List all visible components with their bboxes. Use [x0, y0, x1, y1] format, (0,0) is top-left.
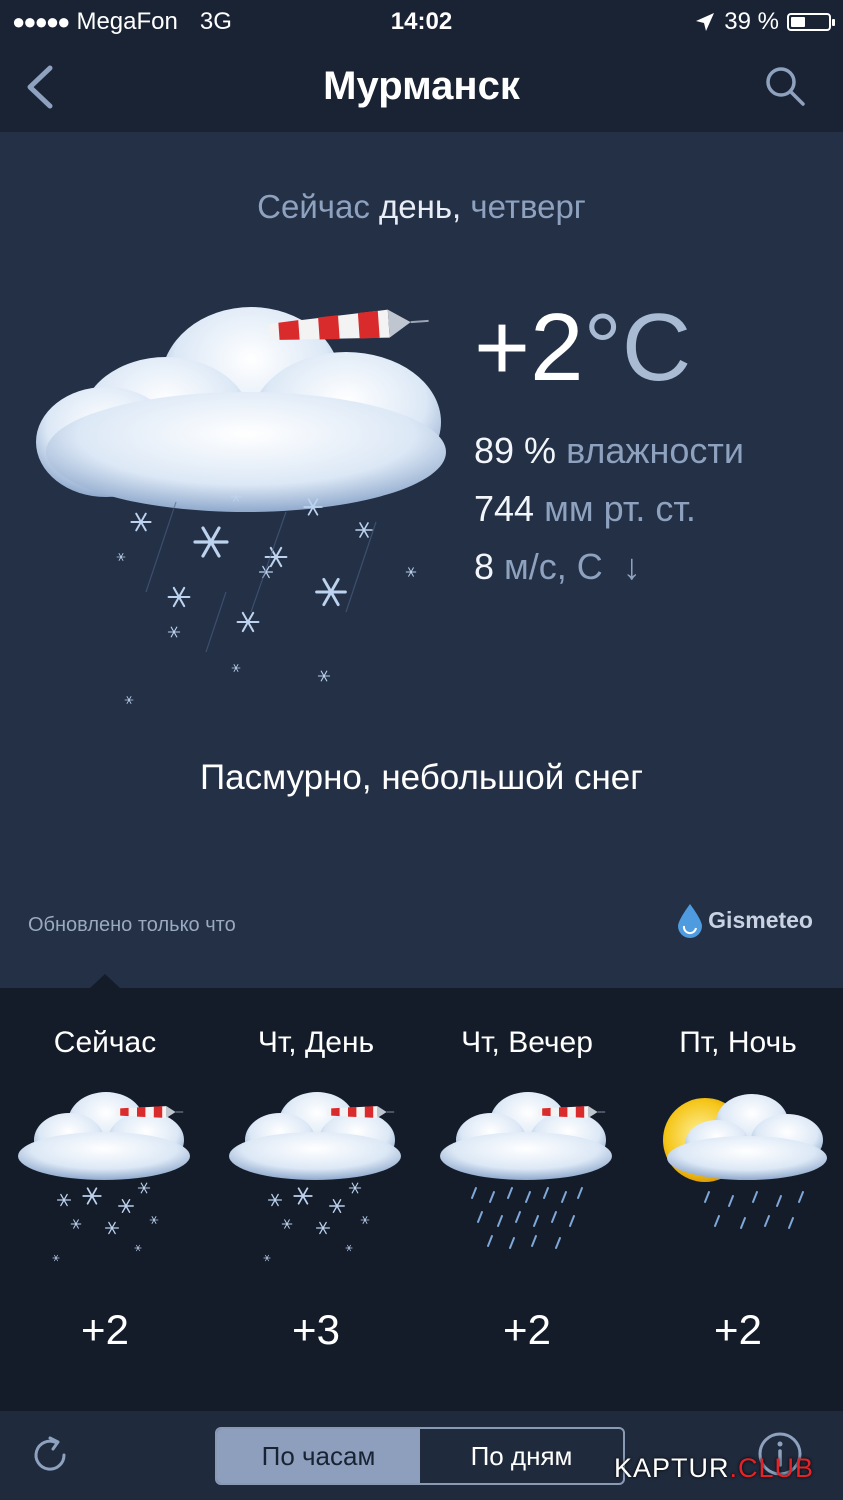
- forecast-temp: +2: [81, 1306, 129, 1353]
- pressure-label: мм рт. ст.: [544, 488, 696, 529]
- search-button[interactable]: [763, 64, 807, 108]
- watermark: KAPTUR.CLUB: [614, 1453, 814, 1484]
- humidity-row: 89 % влажности: [474, 430, 744, 472]
- wind-row: 8 м/с, С ↓: [474, 546, 641, 588]
- temperature-unit: °C: [583, 294, 692, 401]
- forecast-item-fri-night[interactable]: Пт, Ночь +2: [633, 988, 843, 1411]
- search-icon: [766, 67, 805, 106]
- bottom-bar: По часам По дням KAPTUR.CLUB: [0, 1411, 843, 1500]
- forecast-item-thu-day[interactable]: Чт, День +3: [211, 988, 421, 1411]
- page-title: Мурманск: [323, 64, 520, 108]
- wind-label: м/с, С: [504, 546, 603, 587]
- wind-value: 8: [474, 546, 495, 587]
- gismeteo-drop-icon: [678, 904, 703, 938]
- current-time-of-day: Сейчас день, четверг: [0, 188, 843, 226]
- battery-level: [791, 17, 805, 27]
- moon-cloud-rain-icon: [663, 1094, 827, 1229]
- status-bar: ●●●●● MegaFon 3G 14:02 39 %: [0, 0, 843, 44]
- forecast-label: Чт, День: [257, 1026, 375, 1059]
- battery-percent: 39 %: [724, 8, 779, 35]
- refresh-button[interactable]: [28, 1433, 72, 1477]
- temperature-value: +2: [474, 294, 584, 401]
- weekday-label: четверг: [470, 188, 586, 225]
- pressure-row: 744 мм рт. ст.: [474, 488, 696, 530]
- cloud-snow-wind-icon: [229, 1092, 401, 1262]
- forecast-label: Пт, Ночь: [679, 1026, 797, 1059]
- cloud-snow-wind-icon: [36, 305, 446, 704]
- watermark-text: KAPTUR: [614, 1453, 730, 1483]
- cloud-snow-wind-icon: [18, 1092, 190, 1262]
- forecast-strip: Сейчас +2 Чт, День +3 Чт, Вечер +2 Пт, Н…: [0, 974, 843, 1411]
- cloud-rain-wind-icon: [440, 1092, 612, 1249]
- now-prefix: Сейчас: [257, 188, 370, 225]
- daypart-label: день,: [379, 188, 462, 225]
- forecast-label: Чт, Вечер: [461, 1026, 593, 1059]
- forecast-temp: +2: [714, 1306, 762, 1353]
- current-temperature: +2°C: [474, 300, 691, 396]
- battery-icon: [787, 13, 835, 31]
- nav-bar: Мурманск: [0, 44, 843, 132]
- provider-logo[interactable]: Gismeteo: [676, 902, 813, 938]
- location-arrow-icon: [696, 13, 715, 31]
- forecast-temp: +2: [503, 1306, 551, 1353]
- provider-name: Gismeteo: [708, 906, 813, 933]
- pressure-value: 744: [474, 488, 535, 529]
- forecast-temp: +3: [292, 1306, 340, 1353]
- tab-hourly[interactable]: По часам: [217, 1429, 420, 1483]
- tab-daily[interactable]: По дням: [420, 1429, 623, 1483]
- forecast-label: Сейчас: [53, 1026, 157, 1059]
- wind-direction-arrow-icon: ↓: [622, 546, 641, 587]
- status-right: 39 %: [694, 8, 835, 36]
- weather-condition: Пасмурно, небольшой снег: [199, 758, 644, 797]
- selected-pointer: [90, 974, 120, 988]
- current-weather-panel: Сейчас день, четверг +2°C 89 % влажности…: [0, 132, 843, 988]
- forecast-item-now[interactable]: Сейчас +2: [0, 988, 210, 1411]
- cloud-body: [36, 307, 446, 512]
- humidity-label: влажности: [566, 430, 744, 471]
- watermark-suffix: .CLUB: [729, 1453, 815, 1483]
- updated-status: Обновлено только что: [28, 914, 236, 936]
- humidity-value: 89 %: [474, 430, 557, 471]
- snowflakes: [116, 492, 417, 704]
- snow-streaks: [145, 501, 377, 653]
- forecast-item-thu-evening[interactable]: Чт, Вечер +2: [422, 988, 632, 1411]
- view-mode-segmented-control: По часам По дням: [215, 1427, 625, 1485]
- refresh-icon: [34, 1436, 66, 1471]
